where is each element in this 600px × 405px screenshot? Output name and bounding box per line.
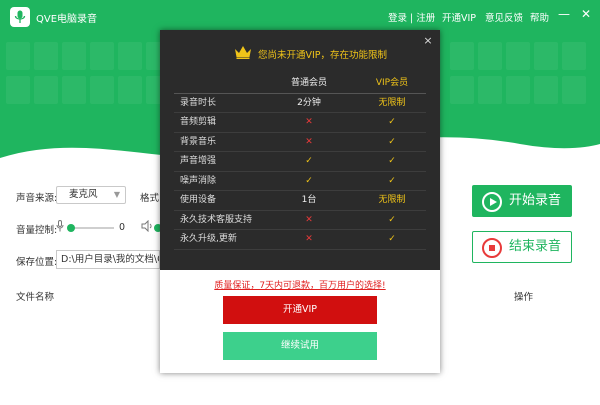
- source-label: 声音来源:: [16, 193, 58, 204]
- minimize-icon[interactable]: —: [556, 6, 572, 22]
- feedback-link[interactable]: 意见反馈: [485, 10, 523, 24]
- app-title: QVE电脑录音: [36, 14, 98, 25]
- comparison-header-row: 普通会员 VIP会员: [174, 74, 426, 94]
- comparison-row: 噪声消除 ✓ ✓: [174, 172, 426, 191]
- chevron-down-icon: ▼: [113, 190, 120, 199]
- check-icon: ✓: [388, 117, 396, 127]
- crown-icon: [235, 46, 251, 59]
- app-logo-icon: [10, 7, 30, 27]
- stop-recording-button[interactable]: 结束录音: [472, 231, 572, 263]
- save-path-field[interactable]: D:\用户目录\我的文档\QVE: [56, 250, 160, 269]
- feature-name: 永久升级,更新: [180, 234, 237, 244]
- source-select-value: 麦克风: [69, 189, 98, 200]
- format-label: 格式:: [140, 193, 163, 204]
- cross-icon: ✕: [305, 214, 313, 225]
- check-icon: ✓: [388, 234, 396, 244]
- start-recording-label: 开始录音: [509, 193, 562, 208]
- column-file-name: 文件名称: [16, 292, 55, 303]
- basic-value: 2分钟: [297, 97, 321, 108]
- cross-icon: ✕: [305, 234, 313, 244]
- comparison-row: 永久升级,更新 ✕ ✓: [174, 230, 426, 250]
- feature-name: 噪声消除: [180, 175, 217, 186]
- volume-label: 音量控制:: [16, 225, 58, 236]
- basic-value: 1台: [301, 195, 317, 205]
- check-icon: ✓: [388, 214, 396, 225]
- comparison-row: 背景音乐 ✕ ✓: [174, 133, 426, 152]
- feature-name: 录音时长: [180, 97, 217, 108]
- vip-value: 无限制: [378, 195, 406, 205]
- continue-trial-button[interactable]: 继续试用: [223, 332, 377, 360]
- feature-name: 使用设备: [180, 195, 217, 205]
- feature-name: 永久技术客服支持: [180, 214, 253, 225]
- login-register-link[interactable]: 登录 | 注册: [388, 10, 435, 24]
- open-vip-link[interactable]: 开通VIP: [442, 10, 476, 24]
- check-icon: ✓: [305, 175, 313, 186]
- close-icon[interactable]: ✕: [578, 6, 594, 22]
- cross-icon: ✕: [305, 136, 313, 147]
- start-recording-button[interactable]: 开始录音: [472, 185, 572, 217]
- check-icon: ✓: [305, 156, 313, 166]
- open-vip-button[interactable]: 开通VIP: [223, 296, 377, 324]
- stop-recording-label: 结束录音: [509, 239, 562, 254]
- column-action: 操作: [514, 292, 534, 303]
- speaker-icon: [141, 220, 152, 232]
- microphone-icon: [56, 220, 64, 232]
- comparison-row: 永久技术客服支持 ✕ ✓: [174, 211, 426, 230]
- source-select[interactable]: 麦克风 ▼: [56, 186, 126, 204]
- dialog-title: 您尚未开通VIP，存在功能限制: [258, 50, 388, 61]
- dialog-action-area: 质量保证，7天内可退款，百万用户的选择! 开通VIP 继续试用: [160, 270, 440, 373]
- comparison-row: 录音时长 2分钟 无限制: [174, 94, 426, 113]
- feature-name: 声音增强: [180, 156, 217, 166]
- vip-upgrade-dialog: × 您尚未开通VIP，存在功能限制 普通会员 VIP会员 录音时长 2分钟 无限…: [160, 30, 440, 373]
- feature-name: 音频剪辑: [180, 117, 217, 127]
- mic-volume-slider[interactable]: [67, 224, 114, 232]
- save-location-label: 保存位置:: [16, 257, 58, 268]
- feature-name: 背景音乐: [180, 136, 217, 147]
- column-vip-member: VIP会员: [375, 78, 409, 88]
- check-icon: ✓: [388, 136, 396, 147]
- mic-volume-value: 0: [119, 222, 126, 233]
- check-icon: ✓: [388, 175, 396, 186]
- dialog-close-icon[interactable]: ×: [421, 34, 435, 48]
- comparison-row: 声音增强 ✓ ✓: [174, 152, 426, 172]
- vip-comparison-table: 普通会员 VIP会员 录音时长 2分钟 无限制 音频剪辑 ✕ ✓ 背景音乐 ✕ …: [174, 74, 426, 250]
- stop-icon: [482, 238, 502, 258]
- check-icon: ✓: [388, 156, 396, 166]
- play-icon: [482, 192, 502, 212]
- column-basic-member: 普通会员: [290, 78, 327, 88]
- refund-guarantee-link[interactable]: 质量保证，7天内可退款，百万用户的选择!: [160, 278, 440, 291]
- cross-icon: ✕: [305, 117, 313, 127]
- mic-volume-knob[interactable]: [67, 224, 75, 232]
- help-link[interactable]: 帮助: [530, 10, 549, 24]
- comparison-row: 音频剪辑 ✕ ✓: [174, 113, 426, 133]
- vip-value: 无限制: [378, 97, 406, 108]
- comparison-row: 使用设备 1台 无限制: [174, 191, 426, 211]
